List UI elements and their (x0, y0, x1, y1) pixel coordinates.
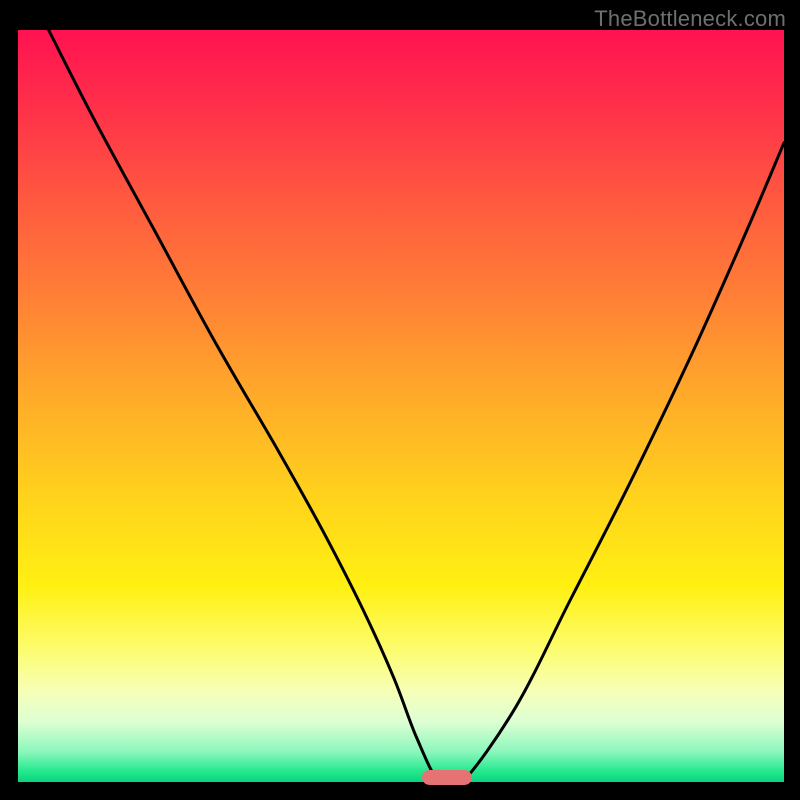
bottleneck-curve (18, 30, 784, 782)
chart-frame: TheBottleneck.com (0, 0, 800, 800)
minimum-marker (422, 770, 472, 785)
watermark-text: TheBottleneck.com (594, 6, 786, 32)
plot-area (18, 30, 784, 782)
curve-path (49, 30, 784, 782)
